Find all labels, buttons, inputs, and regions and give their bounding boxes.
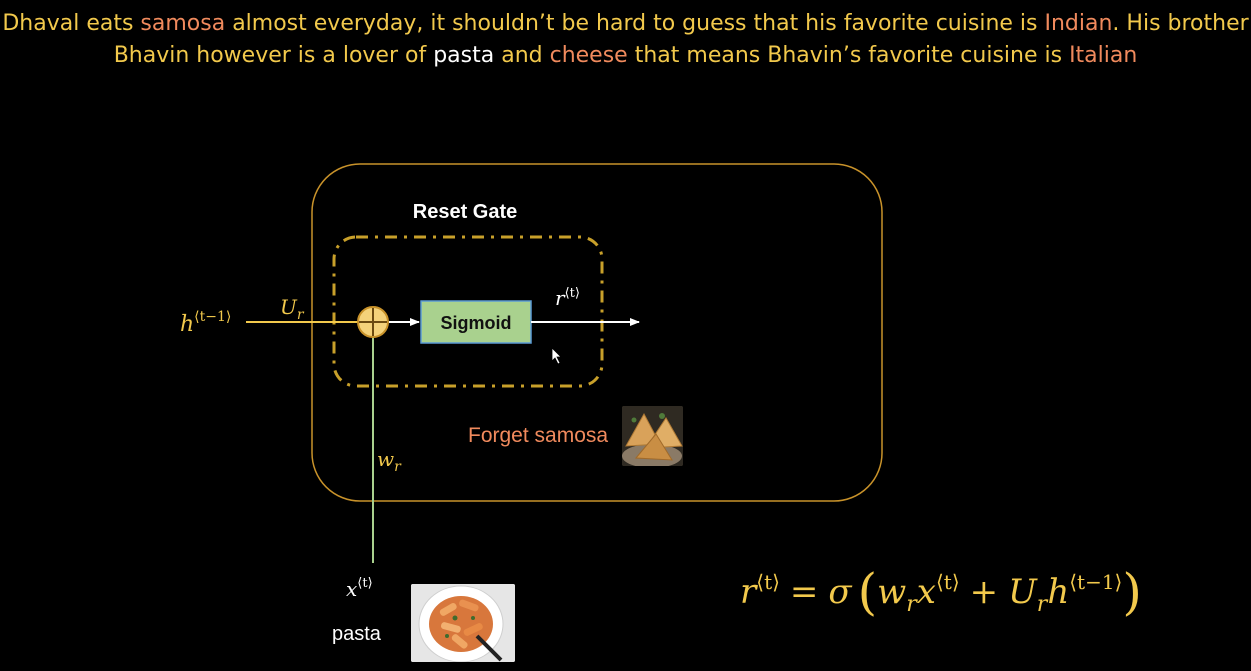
pasta-label: pasta [332, 623, 382, 645]
w-weight-base: w [377, 447, 394, 471]
samosa-photo-icon [622, 406, 683, 466]
h-prev-sup: ⟨t−1⟩ [194, 309, 231, 325]
formula-x: x [917, 572, 936, 612]
formula-h: h [1047, 572, 1069, 612]
w-weight-label: wr [377, 447, 402, 475]
pasta-photo-icon [411, 584, 515, 662]
formula-sigma: σ [828, 572, 852, 612]
x-input-sup: ⟨t⟩ [357, 576, 372, 591]
x-input-label: x⟨t⟩ [346, 576, 373, 601]
formula-open-paren: ( [858, 563, 878, 621]
forget-label: Forget samosa [468, 424, 608, 447]
formula: r⟨t⟩ = σ (wrx⟨t⟩ + Urh⟨t−1⟩) [740, 563, 1142, 621]
cursor-icon [551, 347, 562, 365]
u-weight-base: U [280, 295, 298, 319]
r-output-label: r⟨t⟩ [555, 286, 580, 310]
u-weight-label: Ur [280, 295, 305, 323]
gru-cell-box [311, 163, 883, 502]
formula-close-paren: ) [1122, 563, 1142, 621]
u-weight-sub: r [297, 307, 305, 323]
sigmoid-label: Sigmoid [441, 313, 512, 333]
r-output-sup: ⟨t⟩ [565, 286, 580, 301]
sum-node [357, 306, 389, 338]
formula-u: U [1008, 572, 1038, 612]
gate-title: Reset Gate [413, 201, 518, 223]
formula-x-sup: ⟨t⟩ [936, 570, 960, 594]
reset-gate-diagram: Reset Gate Sigmoid h⟨t−1⟩ Ur r⟨t⟩ wr x⟨t… [180, 163, 1142, 645]
formula-lhs-sup: ⟨t⟩ [756, 570, 780, 594]
formula-h-sup: ⟨t−1⟩ [1069, 570, 1122, 594]
h-prev-base: h [180, 312, 194, 337]
x-input-base: x [346, 577, 357, 601]
formula-w: w [877, 572, 906, 612]
h-prev-label: h⟨t−1⟩ [180, 309, 231, 337]
formula-eq: = [790, 572, 819, 612]
formula-plus: + [970, 572, 999, 612]
w-weight-sub: r [394, 459, 402, 475]
